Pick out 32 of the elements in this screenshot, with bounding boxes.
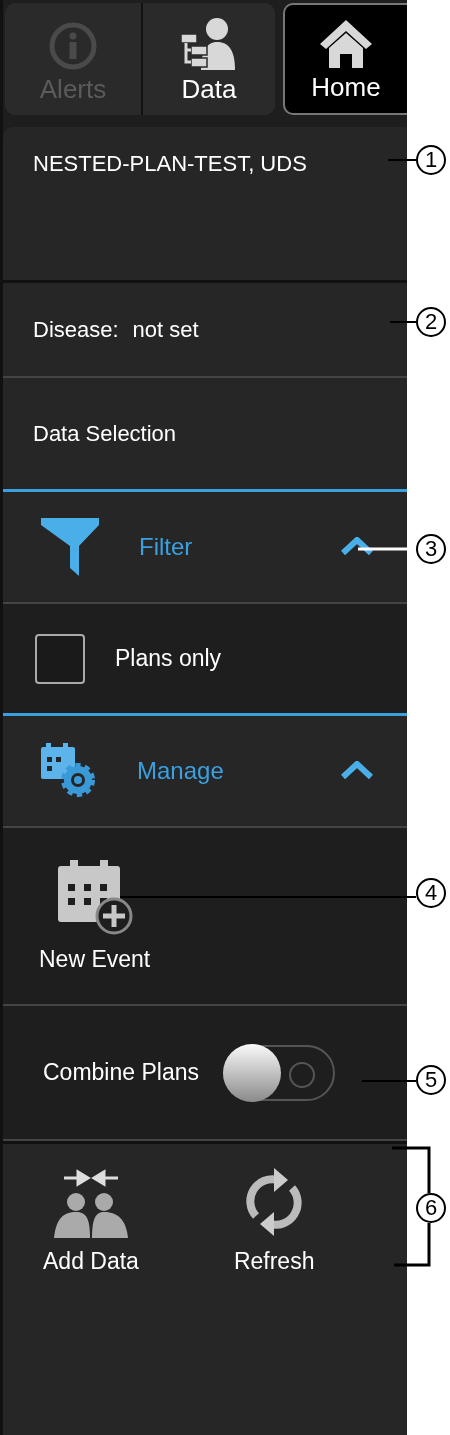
data-selection-heading: Data Selection — [33, 420, 177, 447]
callout-number: 2 — [416, 307, 446, 337]
disease-value: not set — [132, 316, 199, 343]
disease-label: Disease: — [33, 316, 119, 343]
section-header[interactable]: Manage — [3, 716, 407, 828]
section-header[interactable]: Filter — [3, 492, 407, 604]
calendar-plus-icon — [55, 859, 134, 936]
callout-number: 1 — [416, 145, 446, 175]
checkbox[interactable] — [35, 633, 85, 684]
leader-line — [389, 321, 417, 323]
callout-number: 6 — [416, 1193, 446, 1223]
person-hierarchy-icon — [181, 16, 237, 70]
nav-tab[interactable]: Data — [141, 3, 275, 115]
funnel-icon — [41, 518, 99, 576]
new-event-button[interactable]: New Event — [39, 859, 151, 973]
info-icon — [49, 22, 97, 70]
toggle-label: Combine Plans — [43, 1059, 199, 1086]
calendar-gear-icon — [41, 743, 97, 799]
refresh-icon — [244, 1166, 305, 1238]
chevron-up-icon[interactable] — [341, 537, 373, 557]
callout-number: 5 — [416, 1065, 446, 1095]
add-data-button[interactable]: Add Data — [43, 1166, 139, 1275]
callout-number: 3 — [416, 534, 446, 564]
people-merge-icon — [51, 1166, 130, 1238]
patient-name: NESTED-PLAN-TEST, UDS — [33, 151, 307, 176]
nav-tab[interactable]: Home — [283, 3, 407, 115]
callout-number: 4 — [416, 878, 446, 908]
chevron-up-icon[interactable] — [341, 761, 373, 781]
leader-line — [387, 159, 417, 161]
refresh-button[interactable]: Refresh — [233, 1166, 315, 1275]
checkbox-label: Plans only — [115, 645, 222, 672]
home-icon — [319, 18, 373, 68]
